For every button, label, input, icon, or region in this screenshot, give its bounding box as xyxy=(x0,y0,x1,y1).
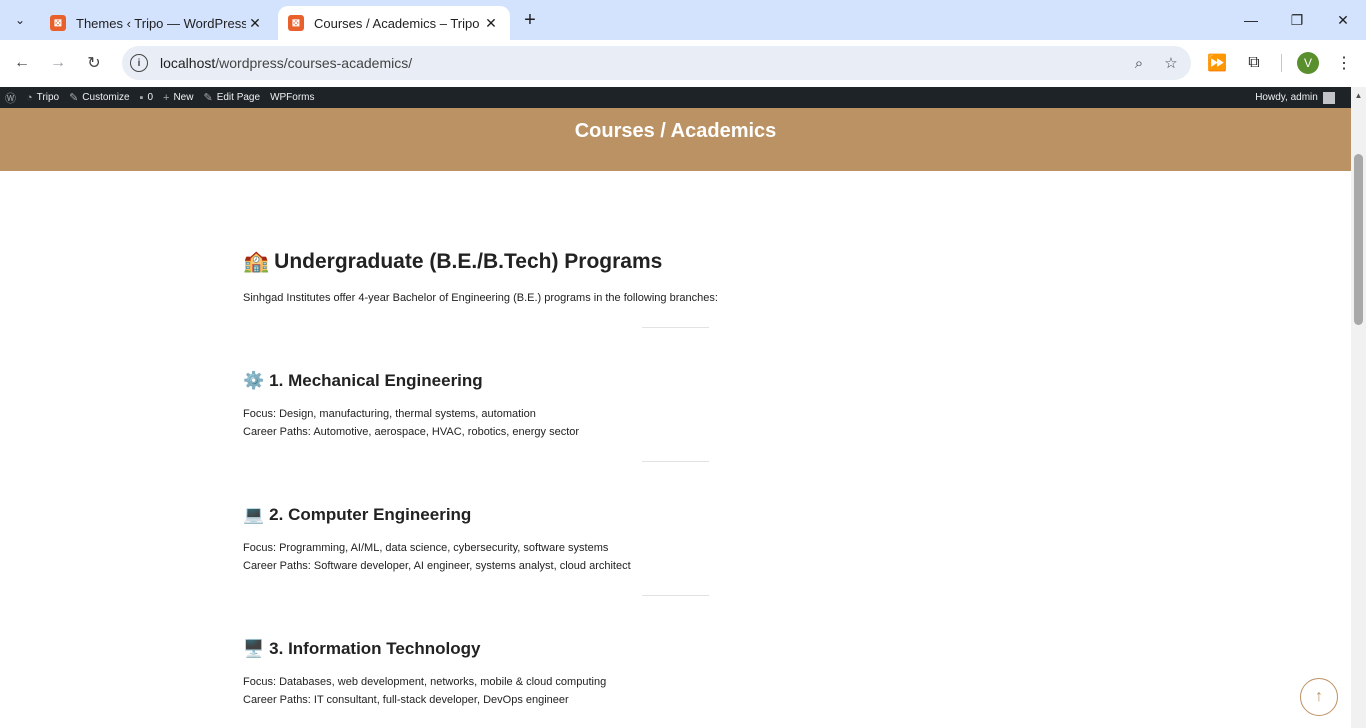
tab-themes[interactable]: ⊠ Themes ‹ Tripo — WordPress ✕ xyxy=(40,6,274,40)
edit-page-link[interactable]: ✎ Edit Page xyxy=(198,87,265,108)
minimize-icon[interactable]: — xyxy=(1228,0,1274,40)
user-avatar xyxy=(1322,91,1335,104)
menu-kebab-icon[interactable]: ⋮ xyxy=(1331,50,1357,76)
gear-icon: ⚙️ xyxy=(243,371,265,390)
url-text[interactable]: localhost/wordpress/courses-academics/ xyxy=(160,55,1127,71)
separator xyxy=(642,461,709,462)
back-to-top-button[interactable]: ↑ xyxy=(1300,678,1338,716)
scroll-thumb[interactable] xyxy=(1354,154,1363,325)
comment-icon: ▪ xyxy=(139,91,144,104)
wordpress-logo-icon[interactable]: Ⓦ xyxy=(0,87,21,108)
address-bar[interactable]: i localhost/wordpress/courses-academics/… xyxy=(122,46,1191,80)
new-tab-icon[interactable]: + xyxy=(518,8,542,32)
branch-careers: Career Paths: IT consultant, full-stack … xyxy=(243,694,569,706)
extensions-icon[interactable]: ⧉ xyxy=(1241,50,1267,76)
page-title: Courses / Academics xyxy=(574,120,777,142)
toolbar-divider xyxy=(1281,54,1282,72)
back-icon[interactable]: ← xyxy=(9,50,35,76)
separator xyxy=(642,595,709,596)
branch-heading: ⚙️ 1. Mechanical Engineering xyxy=(243,371,483,390)
bookmark-star-icon[interactable]: ☆ xyxy=(1159,51,1183,75)
media-control-icon[interactable]: ⏩ xyxy=(1204,50,1230,76)
forward-icon[interactable]: → xyxy=(45,50,71,76)
laptop-icon: 💻 xyxy=(243,505,265,524)
branch-heading: 🖥️ 3. Information Technology xyxy=(243,639,481,658)
wpforms-link[interactable]: WPForms xyxy=(265,87,319,108)
intro-text: Sinhgad Institutes offer 4-year Bachelor… xyxy=(243,292,718,304)
section-heading: 🏫 Undergraduate (B.E./B.Tech) Programs xyxy=(243,250,663,273)
tab-courses[interactable]: ⊠ Courses / Academics – Tripo ✕ xyxy=(278,6,510,40)
arrow-up-icon: ↑ xyxy=(1315,688,1323,705)
site-name-link[interactable]: ◔ Tripo xyxy=(21,87,64,108)
close-tab-icon[interactable]: ✕ xyxy=(482,14,500,32)
window-close-icon[interactable]: ✕ xyxy=(1320,0,1366,40)
comments-link[interactable]: ▪ 0 xyxy=(135,87,158,108)
branch-heading: 💻 2. Computer Engineering xyxy=(243,505,472,524)
branch-careers: Career Paths: Software developer, AI eng… xyxy=(243,560,631,572)
page-banner: Courses / Academics xyxy=(0,108,1351,171)
browser-toolbar: ← → ↻ i localhost/wordpress/courses-acad… xyxy=(0,40,1366,86)
pencil-icon: ✎ xyxy=(203,92,213,104)
page-scrollbar[interactable]: ▲ xyxy=(1351,87,1366,728)
separator xyxy=(642,327,709,328)
scroll-up-icon[interactable]: ▲ xyxy=(1354,91,1363,100)
plus-icon: + xyxy=(163,91,170,104)
tab-title: Themes ‹ Tripo — WordPress xyxy=(76,15,246,31)
branch-focus: Focus: Databases, web development, netwo… xyxy=(243,676,607,688)
branch-careers: Career Paths: Automotive, aerospace, HVA… xyxy=(243,426,580,438)
branch-focus: Focus: Programming, AI/ML, data science,… xyxy=(243,542,609,554)
profile-avatar[interactable]: V xyxy=(1297,52,1319,74)
zoom-icon[interactable]: ⌕ xyxy=(1127,51,1151,75)
brush-icon: ✎ xyxy=(69,92,79,104)
wp-admin-bar: Ⓦ ◔ Tripo ✎ Customize ▪ 0 + New ✎ Edit Page W… xyxy=(0,87,1366,108)
branch-focus: Focus: Design, manufacturing, thermal sy… xyxy=(243,408,536,420)
customize-link[interactable]: ✎ Customize xyxy=(64,87,134,108)
branch-details: Focus: Design, manufacturing, thermal sy… xyxy=(243,405,579,441)
branch-details: Focus: Programming, AI/ML, data science,… xyxy=(243,539,631,575)
close-tab-icon[interactable]: ✕ xyxy=(246,14,264,32)
tab-strip: ⌄ ⊠ Themes ‹ Tripo — WordPress ✕ ⊠ Cours… xyxy=(0,0,1366,40)
reload-icon[interactable]: ↻ xyxy=(81,50,107,76)
account-link[interactable]: Howdy, admin xyxy=(1250,87,1340,108)
dashboard-icon: ◔ xyxy=(26,91,33,104)
school-icon: 🏫 xyxy=(243,250,270,273)
xampp-favicon-icon: ⊠ xyxy=(50,15,66,31)
new-content-link[interactable]: + New xyxy=(158,87,198,108)
xampp-favicon-icon: ⊠ xyxy=(288,15,304,31)
restore-icon[interactable]: ❐ xyxy=(1274,0,1320,40)
page-viewport: Courses / Academics 🏫 Undergraduate (B.E.… xyxy=(0,108,1351,728)
desktop-computer-icon: 🖥️ xyxy=(243,639,265,658)
site-info-icon[interactable]: i xyxy=(130,54,148,72)
tab-search-icon[interactable]: ⌄ xyxy=(8,8,32,32)
tab-title: Courses / Academics – Tripo xyxy=(314,15,480,31)
branch-details: Focus: Databases, web development, netwo… xyxy=(243,673,606,709)
